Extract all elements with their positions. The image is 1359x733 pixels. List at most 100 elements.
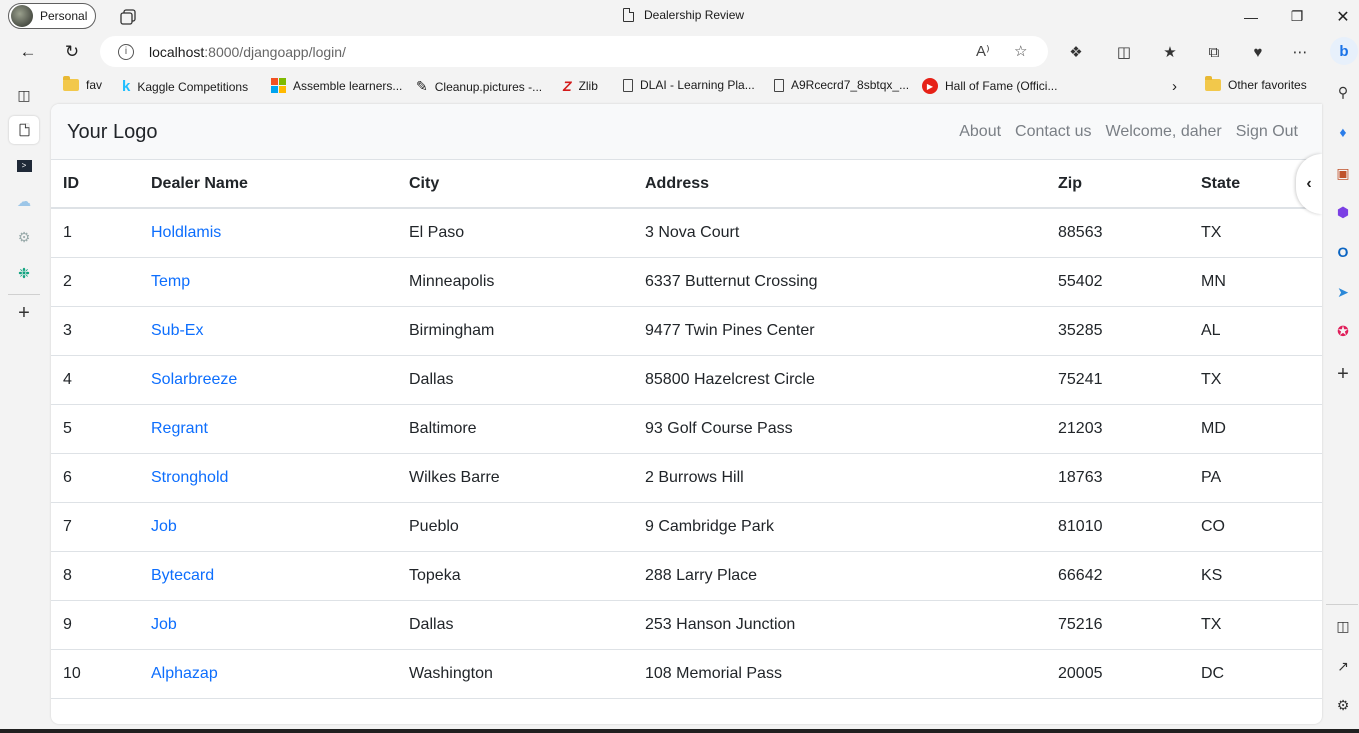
fav-item[interactable]: A9Rcecrd7_8sbtqx_... bbox=[774, 78, 909, 92]
terminal-tab-icon[interactable]: > bbox=[13, 155, 35, 177]
cell-address: 6337 Butternut Crossing bbox=[633, 257, 1046, 307]
table-row: 4 Solarbreeze Dallas 85800 Hazelcrest Circl… bbox=[51, 355, 1322, 405]
copilot-icon[interactable]: b bbox=[1330, 37, 1358, 65]
cell-address: 3 Nova Court bbox=[633, 208, 1046, 258]
cloud-tab-icon[interactable]: ☁ bbox=[13, 190, 35, 212]
dealer-name-link[interactable]: Bytecard bbox=[139, 551, 397, 601]
dealer-name-link[interactable]: Regrant bbox=[139, 404, 397, 454]
cell-id: 8 bbox=[51, 551, 139, 601]
fav-label: Zlib bbox=[578, 79, 598, 93]
other-favorites-label: Other favorites bbox=[1228, 78, 1307, 92]
sidebar-divider bbox=[1326, 604, 1358, 605]
table-row: 6 Stronghold Wilkes Barre 2 Burrows Hill 187… bbox=[51, 453, 1322, 503]
url-path: :8000/djangoapp/login/ bbox=[204, 43, 346, 60]
favorites-icon[interactable]: ★ bbox=[1160, 42, 1180, 62]
cell-address: 288 Larry Place bbox=[633, 551, 1046, 601]
tab-dealership-review[interactable] bbox=[9, 116, 39, 144]
window-title-text: Dealership Review bbox=[644, 8, 745, 22]
fav-item[interactable]: Assemble learners... bbox=[271, 78, 402, 93]
fav-item[interactable]: DLAI - Learning Pla... bbox=[623, 78, 755, 92]
cell-state: MD bbox=[1189, 404, 1322, 454]
read-aloud-icon[interactable]: A⁾ bbox=[976, 42, 990, 60]
cell-zip: 88563 bbox=[1046, 208, 1189, 258]
cell-address: 85800 Hazelcrest Circle bbox=[633, 355, 1046, 405]
dealer-name-link[interactable]: Sub-Ex bbox=[139, 306, 397, 356]
refresh-button[interactable]: ↻ bbox=[58, 39, 86, 65]
close-button[interactable]: ✕ bbox=[1320, 0, 1359, 33]
cell-city: Topeka bbox=[397, 551, 633, 601]
more-menu-icon[interactable]: ⋯ bbox=[1290, 42, 1310, 62]
dealer-name-link[interactable]: Job bbox=[139, 600, 397, 650]
profile-button[interactable]: Personal bbox=[8, 3, 96, 29]
back-button[interactable]: ← bbox=[14, 39, 42, 65]
column-header-zip: Zip bbox=[1046, 160, 1189, 209]
fav-label: A9Rcecrd7_8sbtqx_... bbox=[791, 78, 910, 92]
telegram-send-icon[interactable]: ➤ bbox=[1333, 282, 1353, 302]
cell-zip: 35285 bbox=[1046, 306, 1189, 356]
dealer-name-link[interactable]: Solarbreeze bbox=[139, 355, 397, 405]
fav-label: Kaggle Competitions bbox=[137, 79, 249, 94]
cell-city: Washington bbox=[397, 649, 633, 699]
other-favorites[interactable]: Other favorites bbox=[1205, 76, 1307, 92]
tools-briefcase-icon[interactable]: ▣ bbox=[1333, 163, 1353, 183]
cell-state: TX bbox=[1189, 355, 1322, 405]
settings-tab-icon[interactable]: ⚙ bbox=[13, 226, 35, 248]
tab-panel-icon[interactable]: ◫ bbox=[13, 84, 35, 106]
nav-signout-link[interactable]: Sign Out bbox=[1236, 123, 1298, 141]
column-header-dealer-name: Dealer Name bbox=[139, 160, 397, 209]
dealer-name-link[interactable]: Temp bbox=[139, 257, 397, 307]
cell-zip: 55402 bbox=[1046, 257, 1189, 307]
site-brand-logo[interactable]: Your Logo bbox=[67, 121, 157, 144]
site-info-icon[interactable]: i bbox=[118, 43, 134, 60]
tab-actions-icon[interactable] bbox=[118, 7, 138, 25]
dealer-name-link[interactable]: Alphazap bbox=[139, 649, 397, 699]
split-screen-icon[interactable]: ◫ bbox=[1114, 42, 1134, 62]
cell-id: 10 bbox=[51, 649, 139, 699]
window-title: Dealership Review bbox=[623, 8, 744, 22]
cell-state: AL bbox=[1189, 306, 1322, 356]
minimize-button[interactable]: — bbox=[1228, 0, 1274, 33]
extensions-icon[interactable]: ❖ bbox=[1066, 42, 1086, 62]
cell-address: 9 Cambridge Park bbox=[633, 502, 1046, 552]
nav-about-link[interactable]: About bbox=[959, 123, 1001, 141]
slack-icon[interactable]: ✪ bbox=[1333, 321, 1353, 341]
collections-icon[interactable]: ⧉ bbox=[1204, 42, 1224, 62]
dealer-name-link[interactable]: Stronghold bbox=[139, 453, 397, 503]
chatgpt-tab-icon[interactable]: ❉ bbox=[13, 262, 35, 284]
nav-contact-link[interactable]: Contact us bbox=[1015, 123, 1091, 141]
url-host: localhost bbox=[149, 43, 205, 60]
browser-essentials-icon[interactable]: ♥ bbox=[1248, 42, 1268, 62]
cell-city: Dallas bbox=[397, 600, 633, 650]
fav-item[interactable]: fav bbox=[63, 76, 102, 92]
document-icon bbox=[623, 8, 634, 22]
cell-state: MN bbox=[1189, 257, 1322, 307]
dealer-name-link[interactable]: Holdlamis bbox=[139, 208, 397, 258]
hide-sidebar-icon[interactable]: ◫ bbox=[1333, 616, 1353, 636]
cell-city: Baltimore bbox=[397, 404, 633, 454]
open-external-icon[interactable]: ↗ bbox=[1333, 656, 1353, 676]
page-icon bbox=[774, 78, 784, 92]
favorite-star-icon[interactable]: ☆ bbox=[1014, 42, 1027, 60]
search-icon[interactable]: ⚲ bbox=[1333, 82, 1353, 102]
sidebar-settings-gear-icon[interactable]: ⚙ bbox=[1333, 695, 1353, 715]
profile-label: Personal bbox=[40, 9, 88, 23]
cell-id: 2 bbox=[51, 257, 139, 307]
cell-zip: 18763 bbox=[1046, 453, 1189, 503]
address-bar[interactable]: i localhost:8000/djangoapp/login/ A⁾ ☆ bbox=[100, 36, 1048, 67]
cell-state: CO bbox=[1189, 502, 1322, 552]
cell-city: Minneapolis bbox=[397, 257, 633, 307]
shopping-tag-icon[interactable]: ♦ bbox=[1333, 122, 1353, 142]
folder-icon bbox=[1205, 76, 1221, 91]
outlook-icon[interactable]: O bbox=[1333, 242, 1353, 262]
cell-id: 7 bbox=[51, 502, 139, 552]
favorites-overflow-chevron-icon[interactable]: › bbox=[1172, 78, 1177, 95]
fav-item[interactable]: ▶ Hall of Fame (Offici... bbox=[922, 78, 1057, 94]
new-tab-plus-icon[interactable]: + bbox=[13, 302, 35, 324]
fav-item[interactable]: Z Zlib bbox=[563, 78, 598, 94]
fav-item[interactable]: k Kaggle Competitions bbox=[122, 78, 248, 95]
restore-button[interactable]: ❐ bbox=[1274, 0, 1320, 33]
add-sidebar-app-icon[interactable]: + bbox=[1333, 363, 1353, 385]
microsoft-365-icon[interactable]: ⬢ bbox=[1333, 202, 1353, 222]
dealer-name-link[interactable]: Job bbox=[139, 502, 397, 552]
fav-item[interactable]: ✎ Cleanup.pictures -... bbox=[416, 78, 542, 95]
